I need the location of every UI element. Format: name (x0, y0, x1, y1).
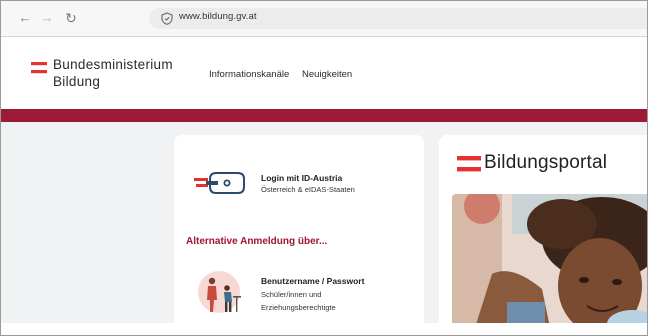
userpass-sub-line1: Schüler/innen und (261, 290, 322, 299)
austria-flag-logo-icon[interactable] (31, 62, 47, 74)
alternative-login-heading: Alternative Anmeldung über... (186, 236, 328, 247)
ministry-logo-text[interactable]: Bundesministerium Bildung (53, 56, 173, 90)
back-arrow-icon[interactable]: ← (17, 10, 33, 26)
userpass-sub-line2: Erziehungsberechtigte (261, 303, 336, 312)
id-austria-icon[interactable] (194, 169, 248, 197)
username-password-login-subtitle: Schüler/innen und Erziehungsberechtigte (261, 288, 381, 314)
url-text[interactable]: www.bildung.gv.at (179, 11, 257, 22)
forward-arrow-icon[interactable]: → (39, 10, 55, 26)
shield-icon[interactable] (161, 12, 173, 25)
student-photo (452, 194, 647, 335)
nav-link-neuigkeiten[interactable]: Neuigkeiten (302, 69, 352, 80)
portal-title: Bildungsportal (484, 152, 608, 173)
header-red-band (1, 109, 647, 122)
ministry-name-line2: Bildung (53, 74, 101, 89)
reload-icon[interactable]: ↻ (63, 10, 79, 26)
family-illustration-icon[interactable] (197, 270, 245, 316)
id-austria-login-title[interactable]: Login mit ID-Austria (261, 173, 342, 183)
nav-link-informationskanaele[interactable]: Informationskanäle (209, 69, 289, 80)
username-password-login-title[interactable]: Benutzername / Passwort (261, 276, 364, 286)
page-bottom-strip (1, 323, 647, 335)
ministry-name-line1: Bundesministerium (53, 57, 173, 72)
id-austria-login-subtitle: Österreich & eIDAS-Staaten (261, 185, 355, 194)
portal-flag-logo-icon (457, 156, 481, 172)
browser-window: ← → ↻ www.bildung.gv.at Bundesministeriu… (0, 0, 648, 336)
